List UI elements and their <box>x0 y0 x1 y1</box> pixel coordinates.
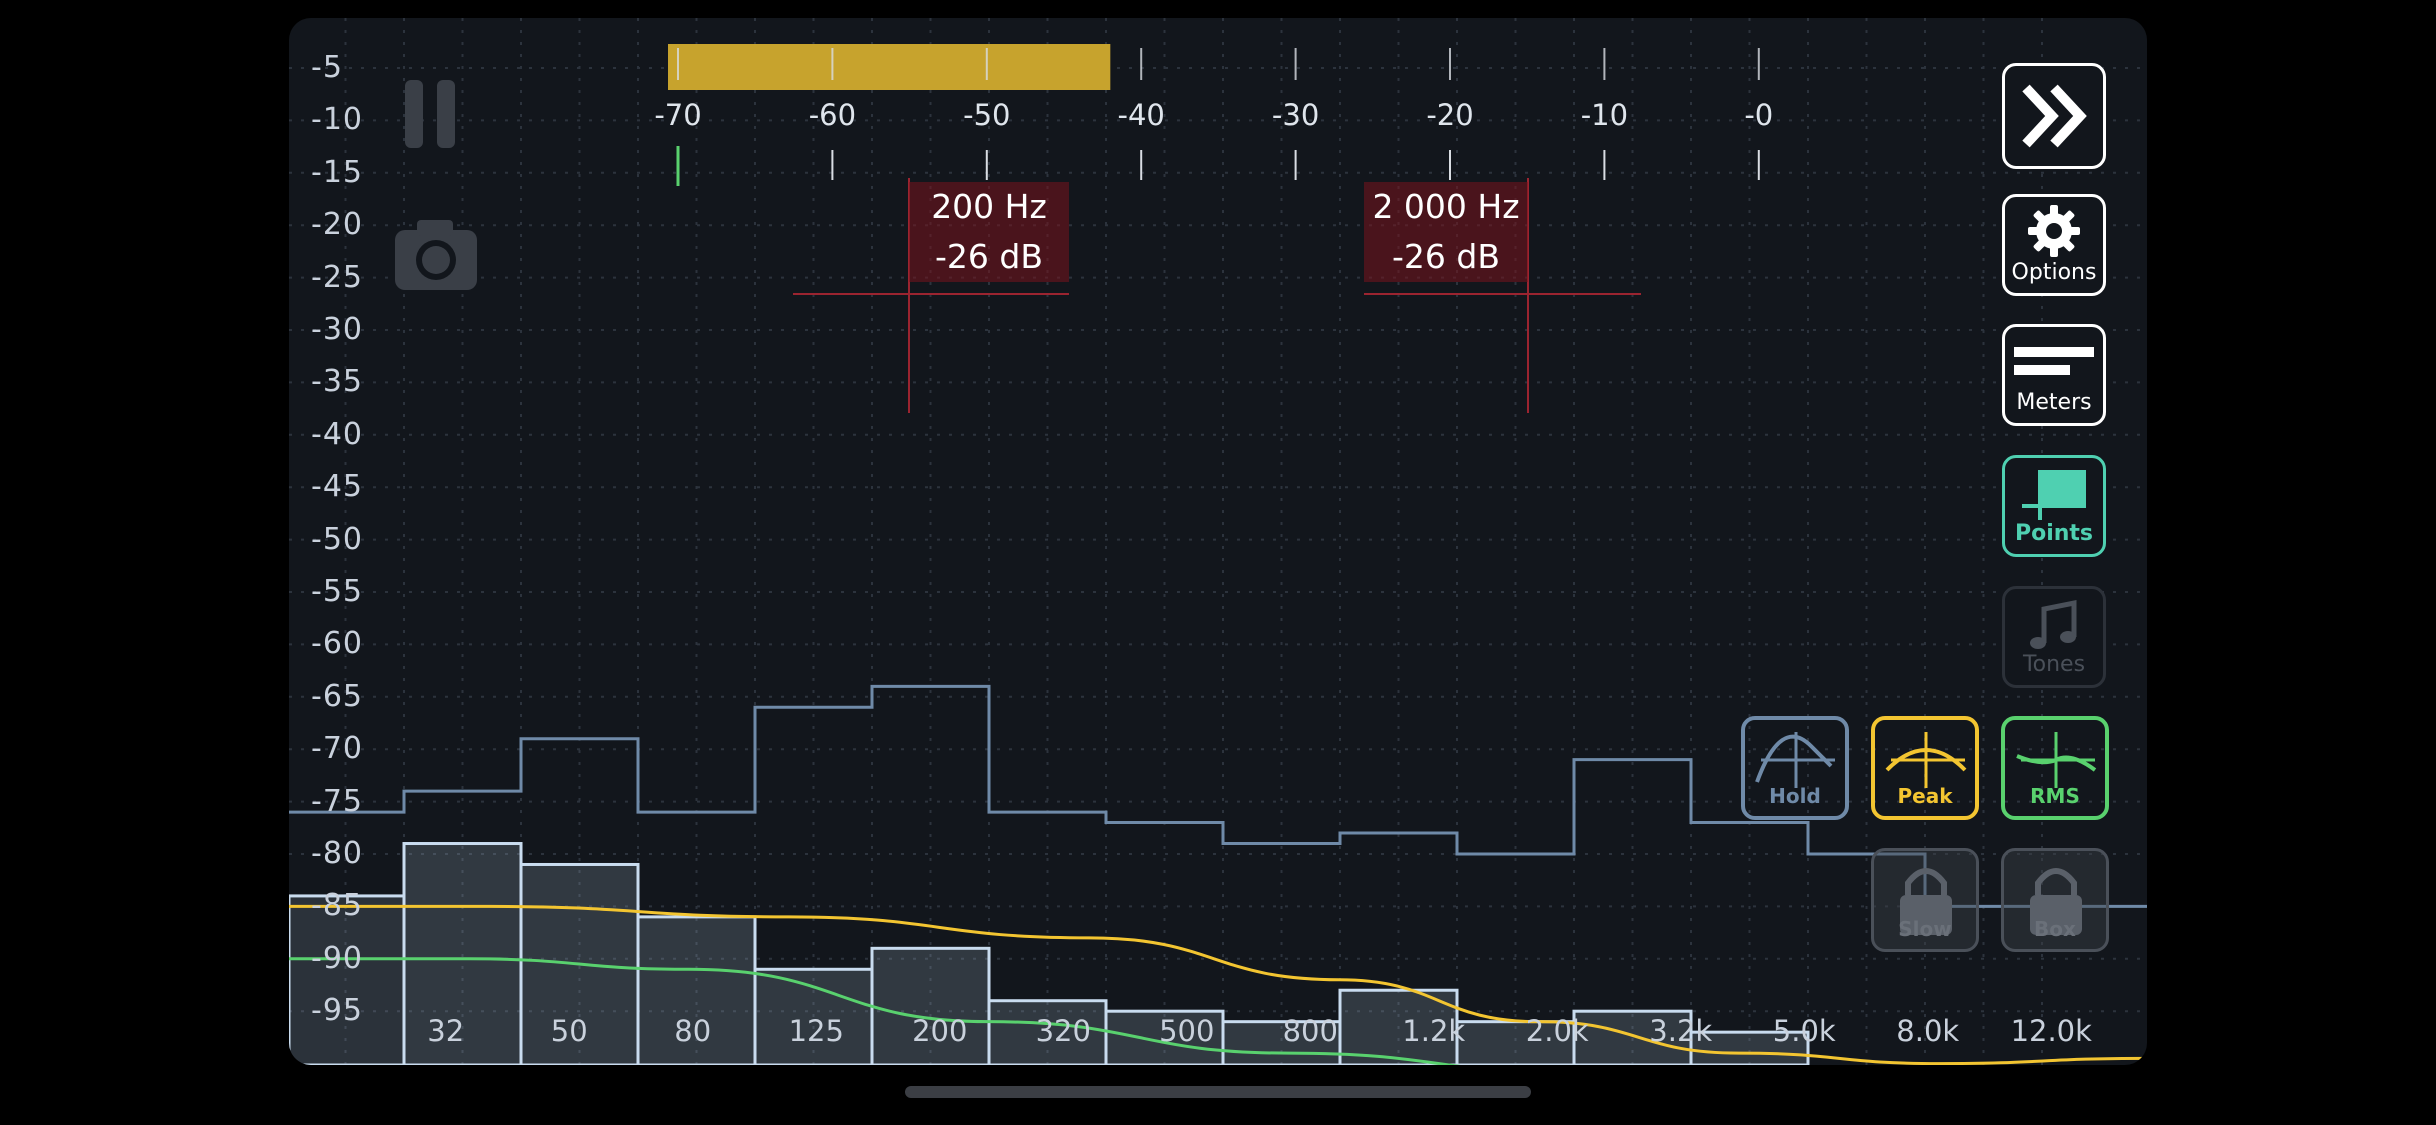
x-tick-label: 50 <box>550 1014 588 1048</box>
meters-button[interactable]: Meters <box>2002 324 2106 426</box>
options-button[interactable]: Options <box>2002 194 2106 296</box>
points-marker-icon <box>2022 470 2086 520</box>
y-tick-label: -50 <box>311 521 363 557</box>
x-tick-label: 32 <box>427 1014 465 1048</box>
rms-button[interactable]: RMS <box>2001 716 2109 820</box>
hold-label: Hold <box>1769 784 1821 808</box>
y-tick-label: -65 <box>311 678 363 714</box>
hold-button[interactable]: Hold <box>1741 716 1849 820</box>
double-chevron-right-icon <box>2022 84 2087 148</box>
gear-icon <box>2028 205 2080 257</box>
level-meter-label: -30 <box>1271 98 1320 132</box>
level-meter-label: -60 <box>808 98 857 132</box>
spectrum-plot <box>289 18 2147 1065</box>
pause-bar-icon <box>405 80 423 148</box>
level-meter-label: -70 <box>654 98 702 132</box>
y-tick-label: -35 <box>311 364 363 400</box>
level-meter-label: -0 <box>1744 98 1774 132</box>
y-tick-label: -45 <box>311 469 363 505</box>
y-tick-label: -80 <box>311 836 363 871</box>
pause-button[interactable] <box>405 80 469 152</box>
meters-label: Meters <box>2016 390 2092 415</box>
slow-lock-button[interactable]: Slow <box>1871 848 1979 952</box>
rms-label: RMS <box>2030 784 2080 808</box>
box-label: Box <box>2034 917 2076 941</box>
box-lock-button[interactable]: Box <box>2001 848 2109 952</box>
marker-1-level: -26 dB <box>935 237 1043 276</box>
x-tick-label: 500 <box>1159 1014 1215 1048</box>
spectrum-panel: -5 -10 -15 -20 -25 -30 -35 -40 -45 -50 -55 -60 -65 -7… <box>289 18 2147 1065</box>
y-tick-label: -30 <box>311 312 363 347</box>
y-tick-label: -15 <box>311 154 363 190</box>
y-tick-label: -40 <box>311 416 363 452</box>
home-indicator[interactable] <box>905 1086 1531 1098</box>
x-tick-label: 125 <box>788 1014 844 1048</box>
level-meter-label: -20 <box>1426 98 1474 132</box>
marker-2-level: -26 dB <box>1392 237 1500 276</box>
y-tick-label: -25 <box>311 259 363 295</box>
meters-icon <box>2014 347 2094 375</box>
y-tick-label: -75 <box>311 783 363 819</box>
x-tick-label: 800 <box>1282 1014 1338 1048</box>
tones-label: Tones <box>2022 652 2086 677</box>
x-tick-label: 320 <box>1035 1014 1091 1048</box>
options-label: Options <box>2011 260 2097 285</box>
peak-label: Peak <box>1897 784 1953 808</box>
y-tick-label: -20 <box>311 207 363 243</box>
y-tick-label: -55 <box>311 574 363 609</box>
y-tick-label: -85 <box>311 888 363 924</box>
points-label: Points <box>2014 521 2094 546</box>
x-tick-label: 1.2k <box>1402 1014 1466 1048</box>
slow-label: Slow <box>1898 917 1952 941</box>
marker-label-1[interactable]: 200 Hz -26 dB <box>909 182 1069 282</box>
rms-curve-icon <box>2016 732 2097 788</box>
tones-button[interactable]: Tones <box>2002 586 2106 688</box>
x-tick-label: 2.0k <box>1525 1014 1589 1048</box>
points-button[interactable]: Points <box>2002 455 2106 557</box>
level-meter-label: -10 <box>1580 98 1629 132</box>
level-meter-fill <box>668 44 1111 90</box>
level-meter-label: -50 <box>963 98 1011 132</box>
x-tick-label: 8.0k <box>1896 1014 1960 1048</box>
x-tick-label: 12.0k <box>2010 1014 2092 1048</box>
marker-1-freq: 200 Hz <box>931 187 1047 226</box>
x-tick-label: 200 <box>912 1014 968 1048</box>
y-tick-label: -95 <box>311 993 363 1029</box>
y-tick-label: -70 <box>311 731 363 767</box>
y-tick-label: -5 <box>311 50 343 85</box>
music-note-icon <box>2030 599 2077 649</box>
x-tick-label: 80 <box>674 1014 712 1048</box>
hold-curve-icon <box>1755 732 1835 788</box>
x-tick-label: 3.2k <box>1649 1014 1713 1048</box>
peak-curve-icon <box>1885 732 1967 788</box>
y-tick-label: -60 <box>311 626 363 662</box>
peak-button[interactable]: Peak <box>1871 716 1979 820</box>
y-tick-label: -90 <box>311 940 363 976</box>
pause-bar-icon <box>437 80 455 148</box>
x-tick-label: 5.0k <box>1772 1014 1836 1048</box>
camera-icon[interactable] <box>393 212 479 298</box>
y-tick-label: -10 <box>311 102 363 138</box>
marker-label-2[interactable]: 2 000 Hz -26 dB <box>1364 182 1528 282</box>
skip-forward-button[interactable] <box>2002 63 2106 169</box>
level-meter-label: -40 <box>1117 98 1165 132</box>
marker-2-freq: 2 000 Hz <box>1372 187 1520 226</box>
